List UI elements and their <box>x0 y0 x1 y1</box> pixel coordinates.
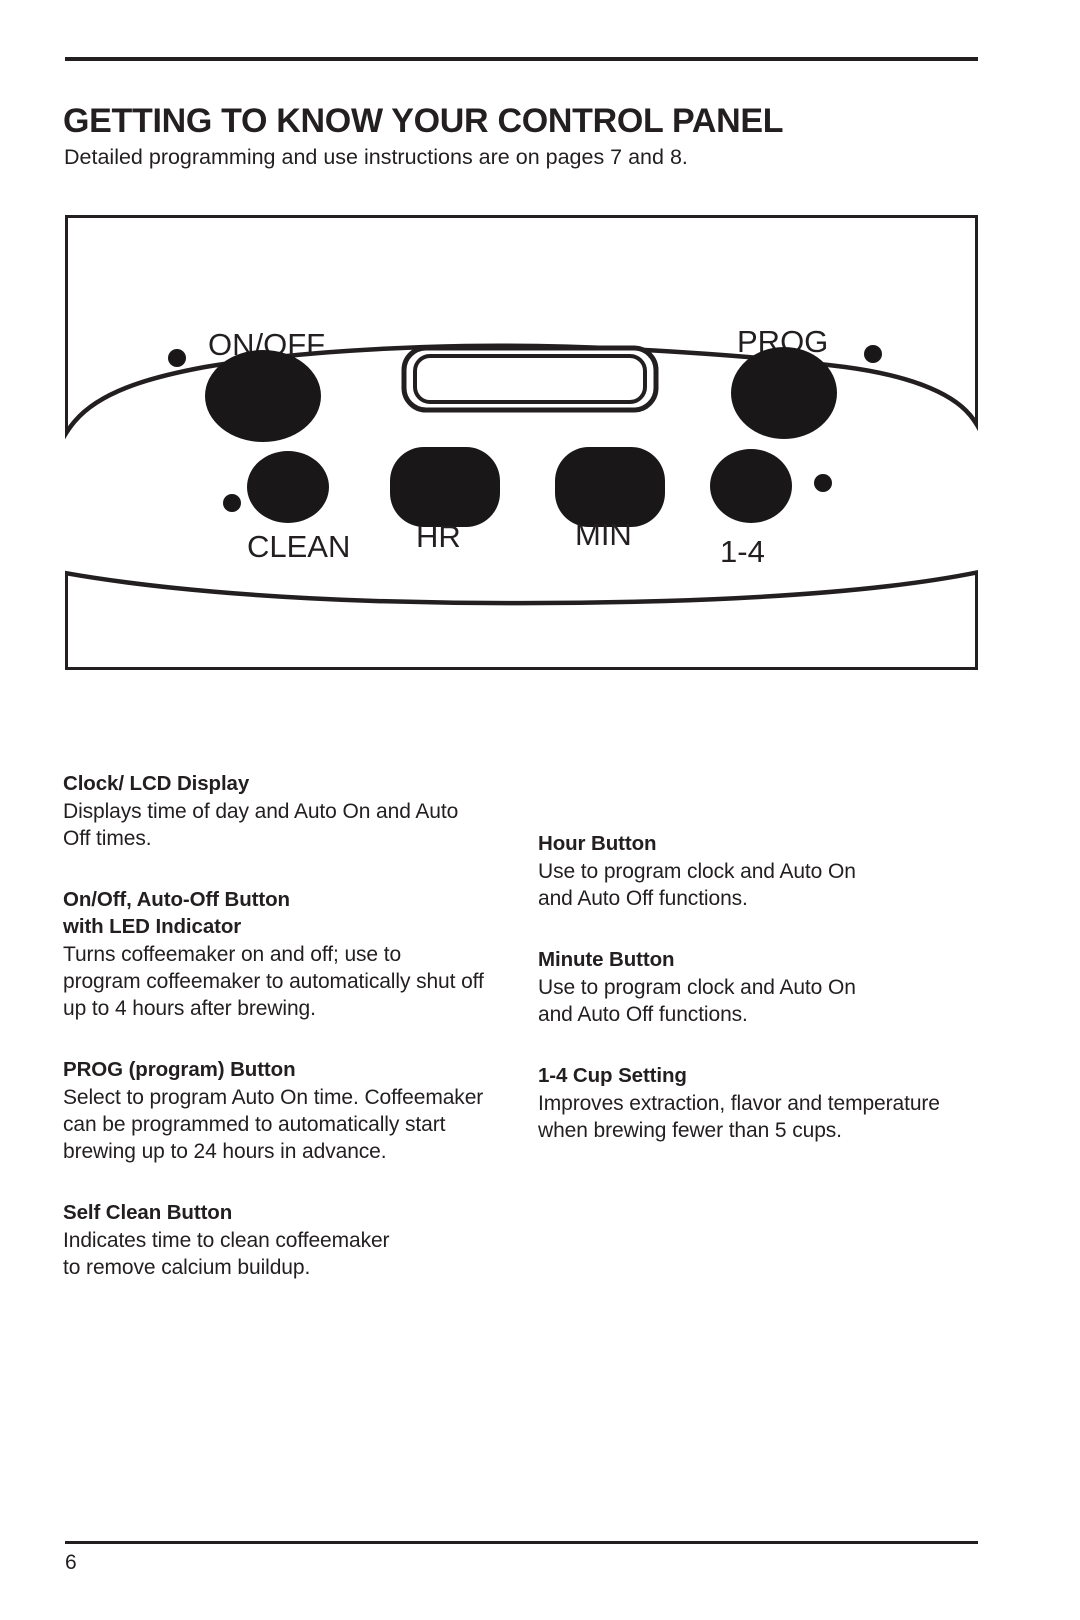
entry-title: Self Clean Button <box>63 1201 233 1224</box>
left-text-column: Clock/ LCD Display Displays time of day … <box>63 770 528 1281</box>
page-number: 6 <box>65 1551 77 1574</box>
on-off-button[interactable] <box>205 350 321 442</box>
prog-button[interactable] <box>731 347 837 439</box>
entry-on-off-auto-off-button: On/Off, Auto-Off Button with LED Indicat… <box>63 886 528 1022</box>
footer-divider-rule <box>65 1541 978 1544</box>
one-to-four-cup-button[interactable] <box>710 449 792 523</box>
entry-body: Use to program clock and Auto On and Aut… <box>538 860 856 910</box>
page-subtitle: Detailed programming and use instruction… <box>64 144 688 169</box>
page-title: GETTING TO KNOW YOUR CONTROL PANEL <box>63 101 784 140</box>
entry-prog-program-button: PROG (program) Button Select to program … <box>63 1056 528 1165</box>
entry-one-to-four-cup-setting: 1-4 Cup Setting Improves extraction, fla… <box>538 1062 983 1144</box>
entry-minute-button: Minute Button Use to program clock and A… <box>538 946 983 1028</box>
entry-body: Turns coffeemaker on and off; use to pro… <box>63 943 484 1020</box>
clean-button[interactable] <box>247 451 329 523</box>
entry-title: On/Off, Auto-Off Button with LED Indicat… <box>63 888 290 938</box>
prog-led-indicator-dot <box>864 345 882 363</box>
on-off-led-indicator-dot <box>168 349 186 367</box>
entry-title: Clock/ LCD Display <box>63 772 250 795</box>
clean-led-indicator-dot <box>223 494 241 512</box>
entry-body: Use to program clock and Auto On and Aut… <box>538 976 856 1026</box>
entry-clock-lcd-display: Clock/ LCD Display Displays time of day … <box>63 770 528 852</box>
entry-title: Hour Button <box>538 832 657 855</box>
entry-title: 1-4 Cup Setting <box>538 1064 687 1087</box>
control-panel-figure: ON/OFF PROG CLEAN HR MIN 1-4 <box>65 215 978 670</box>
document-page: GETTING TO KNOW YOUR CONTROL PANEL Detai… <box>0 0 1080 1620</box>
hr-label: HR <box>416 519 461 554</box>
right-text-column: Hour Button Use to program clock and Aut… <box>538 770 983 1144</box>
clean-label: CLEAN <box>247 529 350 564</box>
entry-body: Improves extraction, flavor and temperat… <box>538 1092 940 1142</box>
entry-self-clean-button: Self Clean Button Indicates time to clea… <box>63 1199 528 1281</box>
entry-hour-button: Hour Button Use to program clock and Aut… <box>538 830 983 912</box>
right-column-top-spacer <box>538 770 983 830</box>
hour-button[interactable] <box>390 447 500 527</box>
minute-button[interactable] <box>555 447 665 527</box>
header-divider-rule <box>65 57 978 61</box>
min-label: MIN <box>575 517 632 552</box>
lcd-display-screen <box>413 354 647 404</box>
entry-body: Displays time of day and Auto On and Aut… <box>63 800 459 850</box>
one-to-four-label: 1-4 <box>720 534 765 569</box>
entry-body: Select to program Auto On time. Coffeema… <box>63 1086 484 1163</box>
entry-title: Minute Button <box>538 948 675 971</box>
entry-body: Indicates time to clean coffeemaker to r… <box>63 1229 390 1279</box>
one-to-four-led-indicator-dot <box>814 474 832 492</box>
entry-title: PROG (program) Button <box>63 1058 296 1081</box>
